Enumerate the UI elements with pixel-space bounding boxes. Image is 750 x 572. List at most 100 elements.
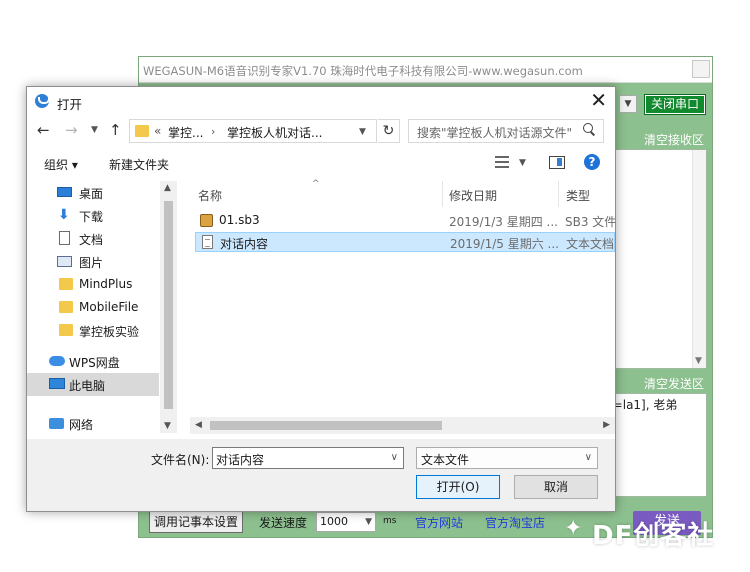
nav-item-mobilefile[interactable]: MobileFile (49, 296, 177, 319)
app-titlebar: WEGASUN-M6语音识别专家V1.70 珠海时代电子科技有限公司-www.w… (139, 57, 712, 83)
breadcrumb-separator-icon[interactable]: › (211, 125, 215, 138)
forward-arrow-icon[interactable]: → (65, 122, 78, 138)
view-options-icon[interactable] (495, 156, 509, 168)
navigation-pane: 桌面 📌 ⬇ 下载 📌 文档 📌 图片 📌 MindPlus MobileFil… (27, 181, 177, 432)
scroll-up-icon[interactable]: ▲ (164, 183, 171, 193)
clear-receive-button[interactable]: 清空接收区 (644, 131, 704, 148)
picture-icon (57, 256, 72, 267)
search-input[interactable]: 搜索"掌控板人机对话源文件" (408, 119, 604, 143)
scroll-left-icon[interactable]: ◀ (195, 420, 202, 430)
watermark: ✦ DF创客社 (562, 510, 748, 551)
open-file-dialog: 打开 ✕ ← → ▼ ↑ « 掌控... › 掌控板人机对话... ▼ ↻ 搜索… (26, 86, 616, 512)
file-list-horizontal-scrollbar[interactable]: ◀ ▶ (190, 417, 615, 434)
scroll-right-icon[interactable]: ▶ (603, 420, 610, 430)
app-close-button[interactable] (692, 60, 710, 78)
close-icon[interactable]: ✕ (590, 89, 607, 111)
chevron-down-icon[interactable]: ▼ (359, 127, 366, 137)
nav-item-board-experiment[interactable]: 掌控板实验 (49, 319, 177, 342)
app-title: WEGASUN-M6语音识别专家V1.70 珠海时代电子科技有限公司-www.w… (143, 64, 583, 78)
scrollbar-thumb[interactable] (210, 421, 442, 430)
send-speed-value: 1000 (320, 515, 348, 528)
column-divider[interactable] (558, 181, 559, 207)
notepad-settings-button[interactable]: 调用记事本设置 (149, 511, 243, 533)
nav-item-label: WPS网盘 (69, 356, 120, 370)
filename-value: 对话内容 (216, 453, 265, 467)
clear-send-button[interactable]: 清空发送区 (644, 375, 704, 392)
filetype-select[interactable]: 文本文件 ∨ (416, 447, 598, 469)
watermark-text: DF创客社 (592, 521, 715, 551)
scrollbar-thumb[interactable] (164, 201, 173, 409)
taobao-store-link[interactable]: 官方淘宝店 (485, 514, 545, 531)
breadcrumb-item[interactable]: 掌控板人机对话... (227, 124, 322, 141)
nav-item-network[interactable]: 网络 (49, 412, 177, 435)
back-arrow-icon[interactable]: ← (37, 122, 50, 138)
filename-label: 文件名(N): (151, 453, 210, 467)
nav-item-label: MobileFile (79, 300, 139, 314)
chevron-down-icon: ∨ (584, 452, 592, 463)
scroll-down-icon[interactable]: ▼ (164, 421, 171, 431)
address-bar[interactable]: « 掌控... › 掌控板人机对话... ▼ (129, 119, 377, 143)
organize-button[interactable]: 组织 ▾ (44, 156, 78, 173)
nav-pane-scrollbar[interactable]: ▲ ▼ (160, 181, 177, 433)
nav-item-label: 图片 (79, 256, 104, 270)
sort-ascending-icon: ^ (312, 179, 320, 189)
search-placeholder: 搜索"掌控板人机对话源文件" (417, 126, 573, 140)
breadcrumb-item[interactable]: 掌控... (168, 124, 203, 141)
scroll-down-icon[interactable]: ▼ (695, 356, 702, 366)
file-type: SB3 文件 (565, 215, 617, 229)
file-row-selected[interactable]: 对话内容 2019/1/5 星期六 ... 文本文档 (195, 232, 615, 252)
nav-item-downloads[interactable]: ⬇ 下载 📌 (49, 204, 177, 227)
help-icon[interactable]: ? (584, 154, 600, 170)
nav-item-label: 网络 (69, 418, 94, 432)
column-header-date[interactable]: 修改日期 (449, 187, 497, 204)
nav-item-wps-cloud[interactable]: WPS网盘 (49, 350, 177, 373)
sparkle-icon: ✦ (564, 516, 583, 541)
send-text: [=la1], 老弟 (608, 398, 678, 412)
new-folder-button[interactable]: 新建文件夹 (109, 156, 169, 173)
receive-scrollbar[interactable]: ▼ (692, 150, 706, 368)
folder-icon (59, 324, 73, 336)
navigation-bar: ← → ▼ ↑ « 掌控... › 掌控板人机对话... ▼ ↻ 搜索"掌控板人… (27, 116, 615, 146)
send-speed-label: 发送速度 (259, 516, 308, 530)
chevron-down-icon[interactable]: ∨ (391, 452, 398, 463)
nav-item-mindplus[interactable]: MindPlus (49, 273, 177, 296)
close-port-button[interactable]: 关闭串口 (644, 94, 706, 115)
breadcrumb-overflow[interactable]: « (154, 124, 161, 138)
refresh-icon[interactable]: ↻ (378, 119, 400, 143)
dialog-bottom-area: 文件名(N): 对话内容 ∨ 文本文件 ∨ 打开(O) 取消 (27, 439, 615, 511)
file-list-header: ^ 名称 修改日期 类型 (190, 179, 615, 207)
cloud-icon (49, 356, 65, 366)
file-row[interactable]: 01.sb3 2019/1/3 星期四 ... SB3 文件 (195, 211, 617, 231)
network-icon (49, 418, 64, 429)
nav-item-desktop[interactable]: 桌面 📌 (49, 181, 177, 204)
file-date: 2019/1/3 星期四 ... (449, 215, 558, 229)
dialog-titlebar[interactable]: 打开 ✕ (27, 87, 615, 115)
send-speed-select[interactable]: 1000 ▼ (316, 512, 376, 532)
ms-unit-label: ms (383, 516, 397, 526)
folder-icon (135, 125, 149, 137)
folder-icon (59, 301, 73, 313)
cancel-button[interactable]: 取消 (514, 475, 598, 499)
file-name: 对话内容 (220, 237, 269, 251)
up-arrow-icon[interactable]: ↑ (109, 122, 122, 138)
column-header-type[interactable]: 类型 (566, 187, 590, 204)
column-divider[interactable] (442, 181, 443, 207)
search-icon[interactable] (583, 123, 595, 135)
file-type: 文本文档 (566, 237, 615, 251)
recent-locations-chevron-icon[interactable]: ▼ (91, 125, 98, 135)
nav-item-label: 此电脑 (69, 379, 106, 393)
nav-item-label: MindPlus (79, 277, 133, 291)
nav-item-pictures[interactable]: 图片 📌 (49, 250, 177, 273)
preview-pane-icon[interactable] (549, 156, 565, 169)
nav-item-documents[interactable]: 文档 📌 (49, 227, 177, 250)
official-site-link[interactable]: 官方网站 (415, 514, 463, 531)
file-name: 01.sb3 (219, 213, 260, 227)
nav-item-this-pc[interactable]: 此电脑 (27, 373, 159, 396)
port-combo-chevron-icon[interactable]: ▼ (619, 95, 637, 113)
chevron-down-icon[interactable]: ▼ (519, 158, 526, 168)
open-button[interactable]: 打开(O) (416, 475, 500, 499)
filename-input[interactable]: 对话内容 ∨ (212, 447, 404, 469)
column-header-name[interactable]: 名称 (198, 187, 222, 204)
filetype-value: 文本文件 (421, 453, 470, 467)
desktop-icon (57, 187, 72, 197)
